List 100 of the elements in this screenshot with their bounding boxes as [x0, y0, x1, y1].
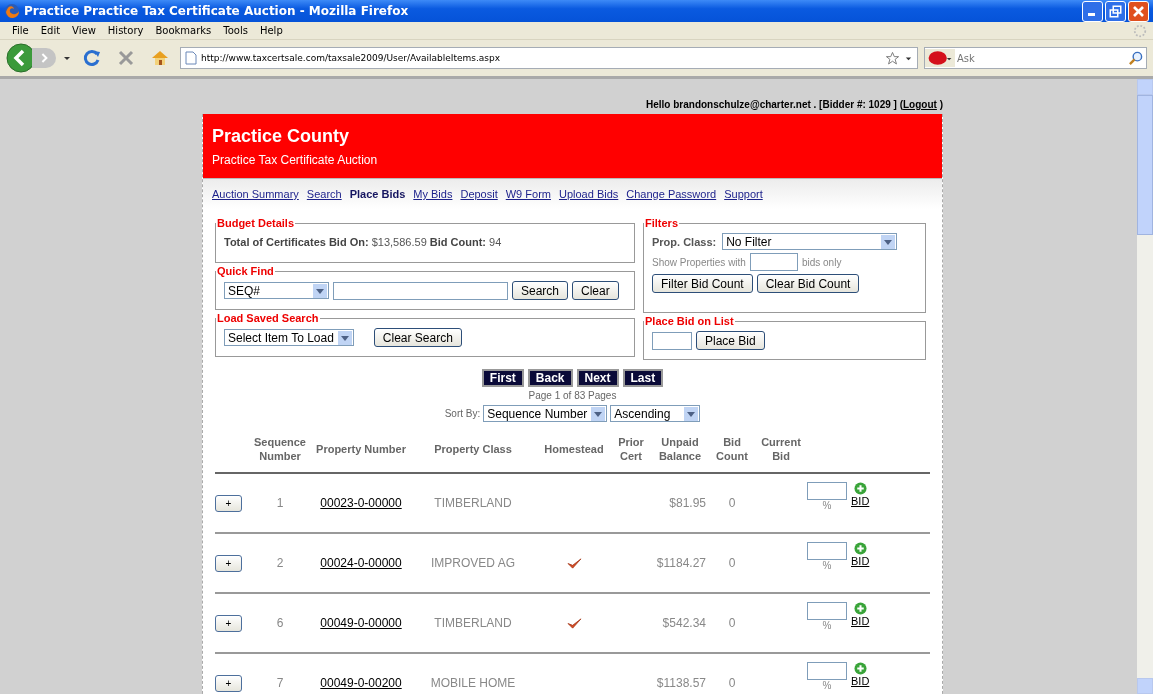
property-link[interactable]: 00023-0-00000	[313, 496, 409, 510]
percent-label: %	[822, 680, 832, 691]
bid-count-cell-text: 0	[727, 616, 737, 630]
address-bar[interactable]: http://www.taxcertsale.com/taxsale2009/User/AvailableItems.aspx	[180, 47, 918, 69]
sort-order-dropdown[interactable]: Ascending	[610, 405, 701, 422]
bid-count-field[interactable]	[749, 253, 798, 271]
bid-link[interactable]: BID	[851, 675, 870, 687]
place-bid-button[interactable]: Place Bid	[696, 331, 765, 350]
nav-link[interactable]: Change Password	[626, 188, 717, 200]
bid-percent-field[interactable]	[807, 662, 847, 680]
stop-icon[interactable]	[116, 48, 136, 68]
page-icon	[185, 51, 197, 65]
property-link[interactable]: 00049-0-00000	[313, 616, 409, 630]
minimize-icon	[1087, 12, 1095, 16]
bid-percent-field[interactable]	[807, 542, 847, 560]
saved-search-dropdown[interactable]: Select Item To Load	[224, 329, 354, 346]
sequence-cell-text: 6	[275, 616, 285, 630]
pager-button[interactable]: Last	[622, 369, 664, 387]
close-icon	[1131, 3, 1146, 19]
loading-indicator-icon	[1133, 23, 1147, 38]
sort-field-dropdown[interactable]: Sequence Number	[483, 405, 608, 422]
bid-link[interactable]: BID	[851, 555, 870, 567]
add-icon[interactable]	[854, 542, 867, 555]
column-header: Bid Count	[715, 434, 749, 464]
clear-search-button[interactable]: Clear Search	[373, 328, 462, 347]
prop-class-dropdown[interactable]: No Filter	[722, 233, 898, 250]
property-class-cell-text: TIMBERLAND	[433, 616, 513, 630]
bid-count-cell-text: 0	[727, 676, 737, 690]
quick-find-button[interactable]: Clear	[572, 281, 619, 300]
minimize-button[interactable]	[1082, 0, 1103, 22]
panel-legend: Load Saved Search	[216, 312, 320, 324]
property-link[interactable]: 00049-0-00200	[313, 676, 409, 690]
greeting-text: Hello brandonschulze@charter.net . [Bidder #: 1029 ] (Logout )	[645, 99, 943, 112]
quick-find-field[interactable]	[333, 281, 508, 300]
panel-legend: Budget Details	[216, 217, 295, 229]
vertical-scrollbar[interactable]	[1137, 79, 1153, 694]
add-icon[interactable]	[854, 482, 867, 495]
property-class-cell-text: IMPROVED AG	[430, 556, 516, 570]
nav-link[interactable]: Place Bids	[349, 188, 406, 200]
page-info: Page 1 of 83 Pages	[527, 390, 618, 401]
menu-item[interactable]: File	[6, 25, 35, 36]
budget-text: Total of Certificates Bid On: $13,586.59 Bid Count: 94	[224, 235, 503, 250]
list-bid-field[interactable]	[652, 331, 692, 350]
pager-button[interactable]: Back	[527, 369, 573, 387]
bid-percent-field[interactable]	[807, 482, 847, 500]
nav-link[interactable]: Auction Summary	[212, 188, 299, 200]
search-field[interactable]: Ask	[924, 47, 1147, 69]
menu-item[interactable]: View	[66, 25, 102, 36]
nav-link[interactable]: Support	[724, 188, 763, 200]
reload-icon[interactable]	[82, 48, 102, 68]
quick-find-button[interactable]: Search	[512, 281, 569, 300]
nav-link[interactable]: W9 Form	[505, 188, 551, 200]
pager-button[interactable]: First	[481, 369, 524, 387]
panel-legend: Place Bid on List	[644, 315, 735, 327]
bid-count-cell-text: 0	[727, 496, 737, 510]
menu-item[interactable]: History	[101, 25, 150, 36]
property-link[interactable]: 00024-0-00000	[313, 556, 409, 570]
bid-link[interactable]: BID	[851, 495, 870, 507]
pager-button[interactable]: Next	[576, 369, 619, 387]
browser-logo-icon	[4, 3, 20, 19]
bid-count-cell-text: 0	[727, 556, 737, 570]
column-header: Property Class	[433, 441, 513, 457]
property-class-cell-text: TIMBERLAND	[433, 496, 513, 510]
show-properties-label: Show Properties with	[652, 256, 746, 268]
search-engine-icon[interactable]	[925, 49, 955, 67]
menu-item[interactable]: Help	[253, 25, 289, 36]
unpaid-balance-cell-text: $81.95	[668, 496, 707, 510]
home-icon[interactable]	[150, 48, 170, 68]
bids-only-label: bids only	[801, 256, 842, 268]
nav-link[interactable]: Deposit	[460, 188, 498, 200]
logout-link[interactable]: Logout	[903, 99, 937, 110]
column-header: Homestead	[543, 441, 605, 457]
menu-item[interactable]: Edit	[34, 25, 67, 36]
add-icon[interactable]	[854, 662, 867, 675]
unpaid-balance-cell-text: $542.34	[661, 616, 707, 630]
bid-percent-field[interactable]	[807, 602, 847, 620]
menu-item[interactable]: Bookmarks	[149, 25, 218, 36]
menu-item[interactable]: Tools	[217, 25, 254, 36]
expand-button[interactable]: +	[215, 674, 242, 692]
bid-link[interactable]: BID	[851, 615, 870, 627]
sort-label: Sort By:	[444, 408, 481, 419]
nav-link[interactable]: Upload Bids	[558, 188, 619, 200]
star-icon[interactable]	[885, 50, 900, 66]
sequence-cell-text: 2	[275, 556, 285, 570]
restore-icon	[1108, 3, 1123, 19]
nav-link[interactable]: Search	[306, 188, 342, 200]
add-icon[interactable]	[854, 602, 867, 615]
close-button[interactable]	[1128, 0, 1149, 22]
nav-link[interactable]: My Bids	[413, 188, 453, 200]
filter-button[interactable]: Filter Bid Count	[652, 274, 753, 293]
expand-button[interactable]: +	[215, 614, 242, 632]
expand-button[interactable]: +	[215, 494, 242, 512]
url-text: http://www.taxcertsale.com/taxsale2009/User/AvailableItems.aspx	[201, 53, 502, 63]
unpaid-balance-cell-text: $1138.57	[655, 676, 707, 690]
expand-button[interactable]: +	[215, 554, 242, 572]
search-type-dropdown[interactable]: SEQ#	[224, 282, 329, 299]
filter-button[interactable]: Clear Bid Count	[756, 274, 860, 293]
percent-label: %	[822, 560, 832, 571]
restore-button[interactable]	[1105, 0, 1126, 22]
search-icon[interactable]	[1128, 50, 1143, 66]
